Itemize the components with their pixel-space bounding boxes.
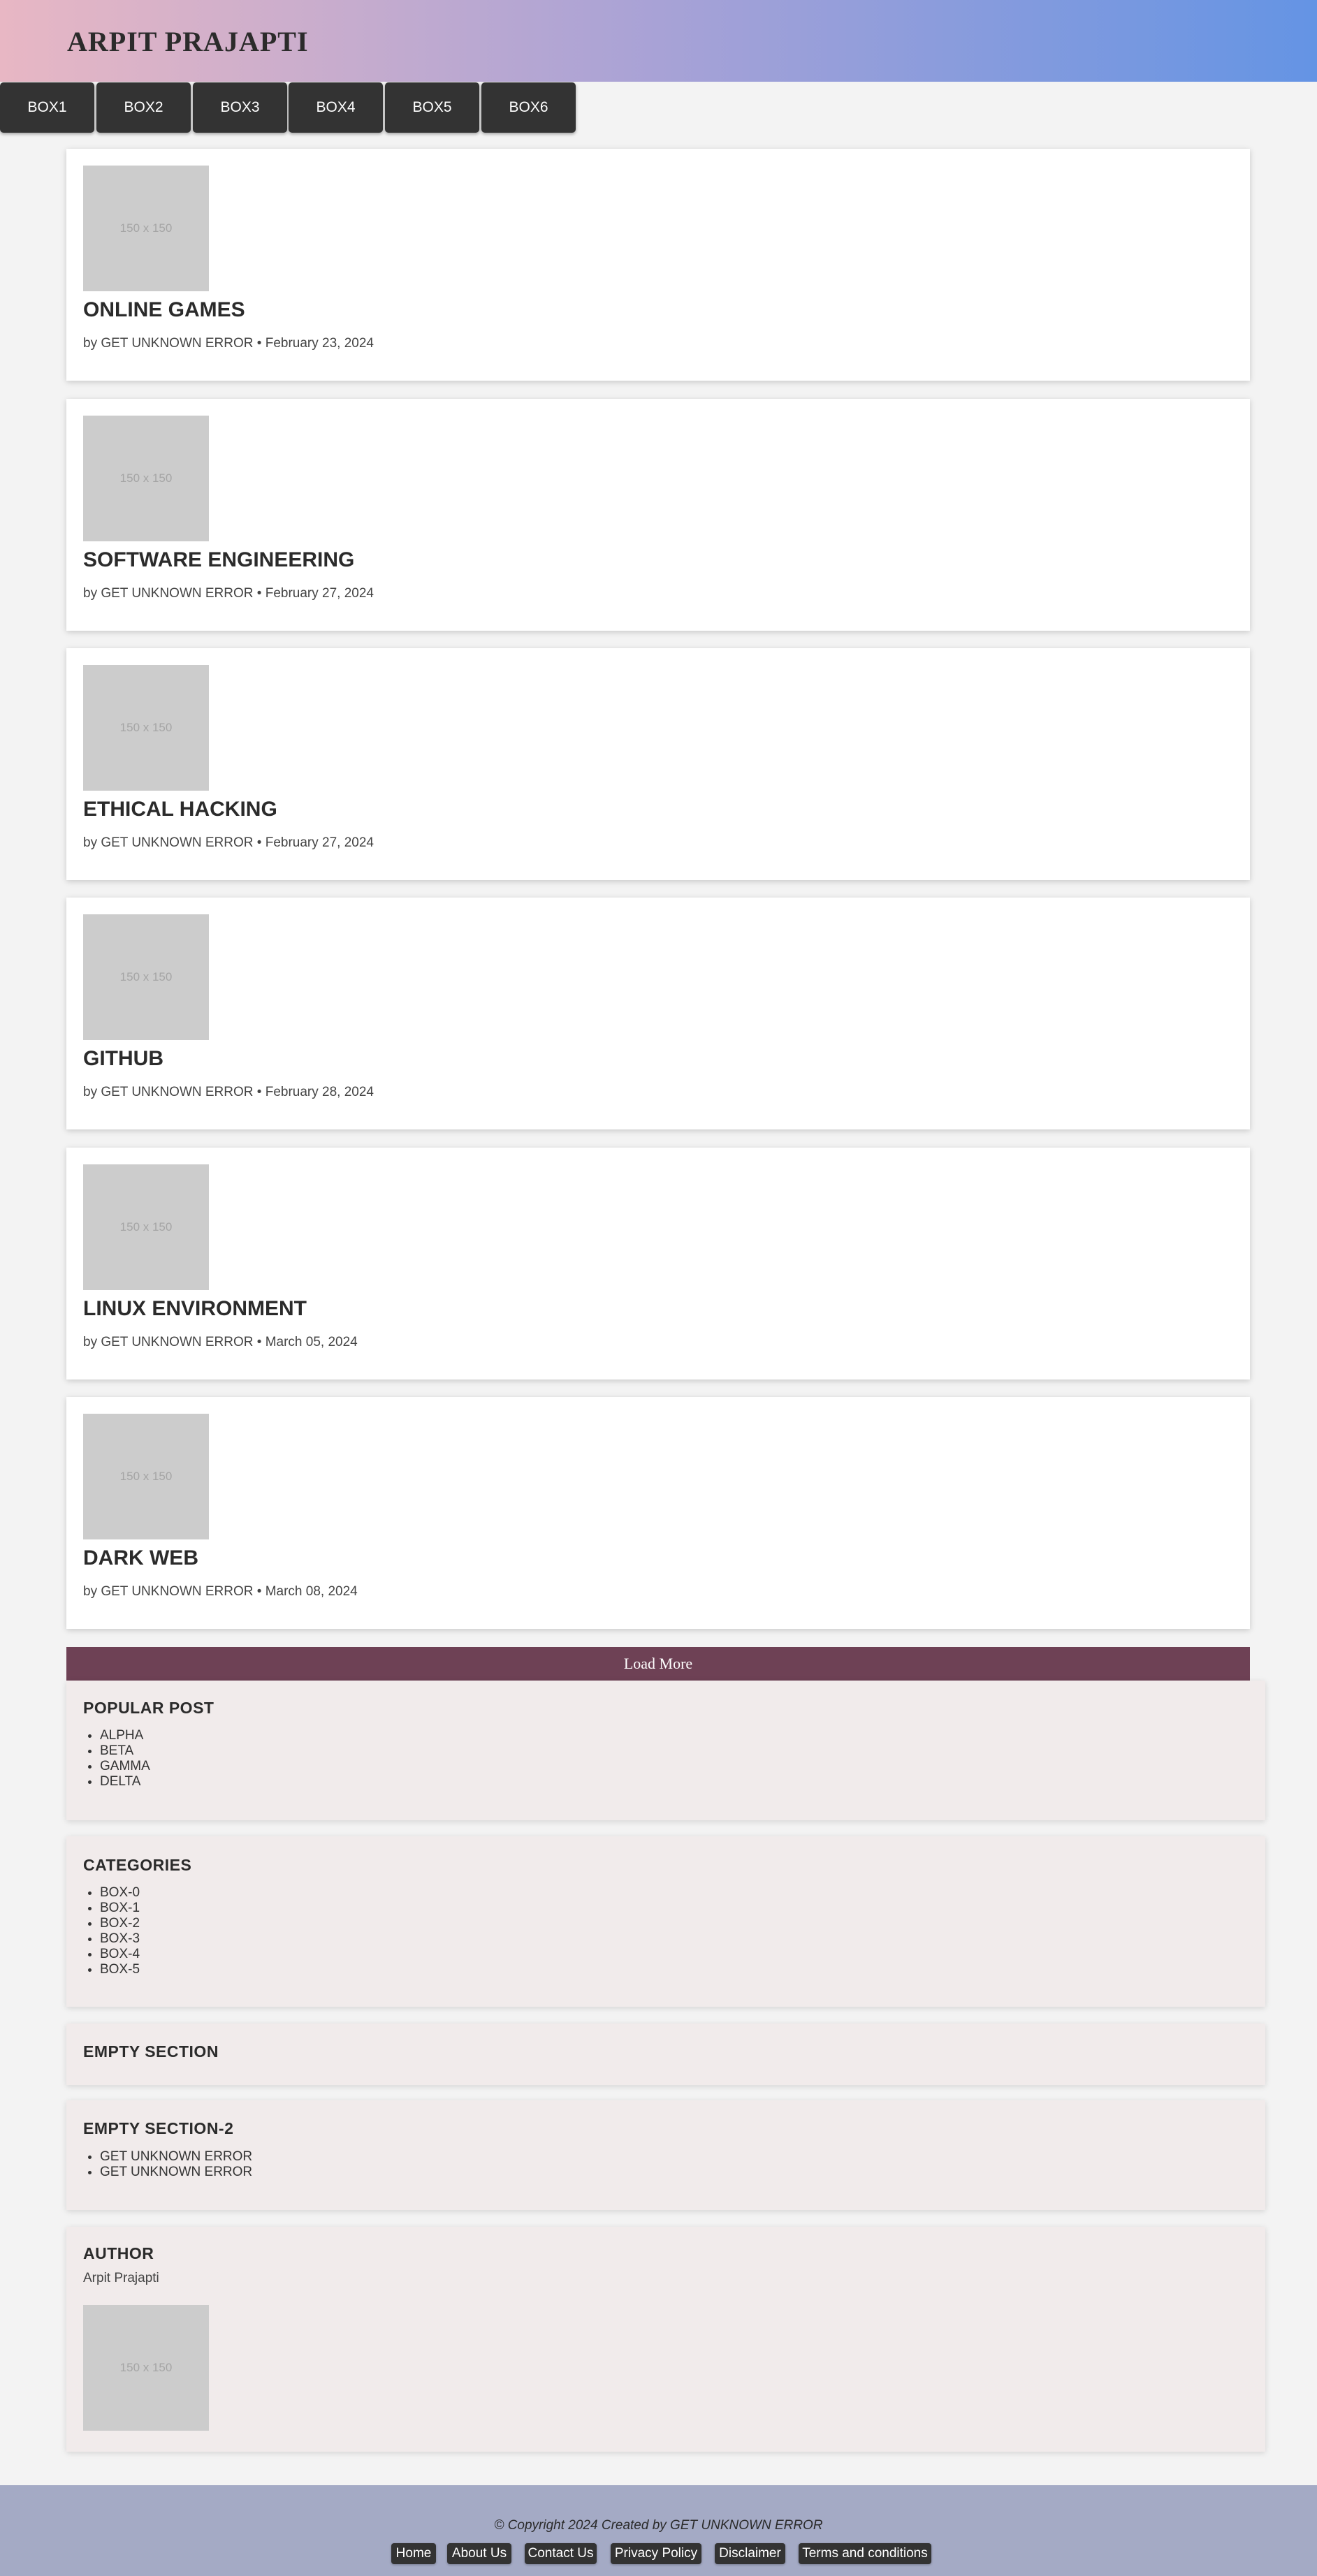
post-title[interactable]: LINUX ENVIRONMENT (83, 1297, 307, 1321)
footer-link-terms[interactable]: Terms and conditions (799, 2543, 931, 2564)
post-thumbnail[interactable]: 150 x 150 (83, 1164, 209, 1290)
post-title[interactable]: ONLINE GAMES (83, 298, 245, 322)
author-widget: AUTHOR Arpit Prajapti 150 x 150 (66, 2227, 1265, 2452)
nav-box5-button[interactable]: BOX5 (385, 82, 479, 133)
post-thumbnail[interactable]: 150 x 150 (83, 1414, 209, 1539)
post-title[interactable]: GITHUB (83, 1047, 163, 1071)
post-meta: by GET UNKNOWN ERROR • February 28, 2024 (83, 1085, 374, 1099)
load-more-button[interactable]: Load More (66, 1647, 1250, 1681)
post-meta: by GET UNKNOWN ERROR • March 05, 2024 (83, 1335, 358, 1349)
categories-widget: CATEGORIES BOX-0 BOX-1 BOX-2 BOX-3 BOX-4… (66, 1836, 1265, 2007)
post-card[interactable]: 150 x 150 GITHUB by GET UNKNOWN ERROR • … (66, 898, 1250, 1129)
post-card[interactable]: 150 x 150 ETHICAL HACKING by GET UNKNOWN… (66, 648, 1250, 880)
footer-link-about-us[interactable]: About Us (447, 2543, 511, 2564)
popular-post-widget: POPULAR POST ALPHA BETA GAMMA DELTA (66, 1681, 1265, 1820)
widget-title: EMPTY SECTION-2 (83, 2119, 234, 2137)
empty-section-widget: EMPTY SECTION (66, 2024, 1265, 2085)
nav-box3-button[interactable]: BOX3 (193, 82, 287, 133)
list-item[interactable]: BOX-3 (100, 1931, 140, 1947)
list-item[interactable]: ALPHA (100, 1728, 150, 1743)
widget-title: CATEGORIES (83, 1856, 192, 1874)
list-item[interactable]: BETA (100, 1743, 150, 1759)
popular-post-list: ALPHA BETA GAMMA DELTA (83, 1728, 150, 1790)
author-avatar: 150 x 150 (83, 2305, 209, 2431)
post-card[interactable]: 150 x 150 ONLINE GAMES by GET UNKNOWN ER… (66, 149, 1250, 381)
post-thumbnail[interactable]: 150 x 150 (83, 166, 209, 291)
post-meta: by GET UNKNOWN ERROR • February 23, 2024 (83, 336, 374, 351)
widget-title: AUTHOR (83, 2244, 154, 2262)
post-card[interactable]: 150 x 150 LINUX ENVIRONMENT by GET UNKNO… (66, 1148, 1250, 1380)
footer-link-privacy-policy[interactable]: Privacy Policy (611, 2543, 701, 2564)
widget-title: POPULAR POST (83, 1699, 214, 1717)
footer-link-home[interactable]: Home (391, 2543, 436, 2564)
site-header: ARPIT PRAJAPTI (0, 0, 1317, 82)
site-title[interactable]: ARPIT PRAJAPTI (67, 25, 309, 58)
nav-box1-button[interactable]: BOX1 (0, 82, 94, 133)
list-item[interactable]: DELTA (100, 1774, 150, 1790)
site-footer: © Copyright 2024 Created by GET UNKNOWN … (0, 2485, 1317, 2576)
post-meta: by GET UNKNOWN ERROR • February 27, 2024 (83, 835, 374, 850)
post-card[interactable]: 150 x 150 DARK WEB by GET UNKNOWN ERROR … (66, 1397, 1250, 1629)
author-name: Arpit Prajapti (83, 2271, 159, 2285)
nav-box4-button[interactable]: BOX4 (289, 82, 383, 133)
footer-link-contact-us[interactable]: Contact Us (525, 2543, 597, 2564)
list-item[interactable]: BOX-5 (100, 1962, 140, 1977)
list-item[interactable]: BOX-0 (100, 1885, 140, 1901)
footer-link-disclaimer[interactable]: Disclaimer (715, 2543, 785, 2564)
list-item[interactable]: GET UNKNOWN ERROR (100, 2165, 252, 2180)
post-title[interactable]: SOFTWARE ENGINEERING (83, 548, 354, 572)
post-meta: by GET UNKNOWN ERROR • February 27, 2024 (83, 586, 374, 601)
widget-title: EMPTY SECTION (83, 2042, 219, 2061)
post-meta: by GET UNKNOWN ERROR • March 08, 2024 (83, 1584, 358, 1599)
list-item[interactable]: BOX-1 (100, 1901, 140, 1916)
nav-box2-button[interactable]: BOX2 (96, 82, 191, 133)
post-card[interactable]: 150 x 150 SOFTWARE ENGINEERING by GET UN… (66, 399, 1250, 631)
post-thumbnail[interactable]: 150 x 150 (83, 914, 209, 1040)
empty-section-2-list: GET UNKNOWN ERROR GET UNKNOWN ERROR (83, 2149, 252, 2180)
categories-list: BOX-0 BOX-1 BOX-2 BOX-3 BOX-4 BOX-5 (83, 1885, 140, 1977)
list-item[interactable]: BOX-4 (100, 1947, 140, 1962)
post-title[interactable]: DARK WEB (83, 1546, 198, 1570)
copyright-text: © Copyright 2024 Created by GET UNKNOWN … (494, 2518, 823, 2533)
post-title[interactable]: ETHICAL HACKING (83, 798, 277, 821)
post-thumbnail[interactable]: 150 x 150 (83, 665, 209, 791)
nav-box6-button[interactable]: BOX6 (481, 82, 576, 133)
list-item[interactable]: BOX-2 (100, 1916, 140, 1931)
empty-section-2-widget: EMPTY SECTION-2 GET UNKNOWN ERROR GET UN… (66, 2100, 1265, 2210)
post-thumbnail[interactable]: 150 x 150 (83, 416, 209, 541)
list-item[interactable]: GET UNKNOWN ERROR (100, 2149, 252, 2165)
list-item[interactable]: GAMMA (100, 1759, 150, 1774)
